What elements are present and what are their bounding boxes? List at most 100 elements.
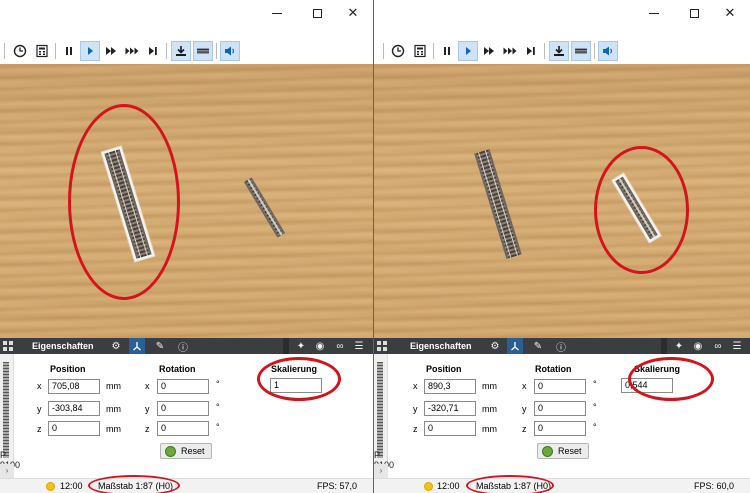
- calculator-icon: [36, 44, 48, 58]
- clock-button[interactable]: [10, 41, 30, 61]
- clock-button[interactable]: [388, 41, 408, 61]
- maximize-icon: [312, 9, 322, 19]
- skip-end-button[interactable]: [143, 41, 163, 61]
- rotation-x-input[interactable]: 0: [157, 379, 209, 394]
- status-bar: 12:00 Maßstab 1:87 (H0) FPS: 60,0: [374, 475, 750, 493]
- faster-forward-button[interactable]: [122, 41, 142, 61]
- minimize-button[interactable]: [642, 3, 666, 23]
- unit-degree: °: [216, 379, 220, 389]
- eye-icon[interactable]: ◉: [312, 338, 328, 354]
- import-icon: [554, 46, 564, 56]
- info-icon[interactable]: ⓘ: [553, 338, 569, 354]
- import-button[interactable]: [171, 41, 191, 61]
- settings-gear-icon[interactable]: ⚙: [487, 338, 503, 354]
- maximize-button[interactable]: [305, 3, 329, 23]
- grid-menu-icon[interactable]: [3, 341, 14, 352]
- maximize-button[interactable]: [682, 3, 706, 23]
- axis-label-y: y: [37, 404, 42, 414]
- reset-icon: [542, 446, 553, 457]
- toolbar-separator: [55, 43, 56, 59]
- reset-button[interactable]: Reset: [160, 443, 212, 459]
- pause-button[interactable]: [59, 41, 79, 61]
- scroll-arrow-icon[interactable]: ›: [374, 464, 388, 478]
- hamburger-menu-icon[interactable]: ☰: [729, 338, 745, 354]
- pin-icon[interactable]: ✦: [671, 338, 687, 354]
- unit-mm: mm: [482, 404, 497, 414]
- position-x-input[interactable]: 890,3: [424, 379, 476, 394]
- title-bar: ✕: [374, 0, 750, 30]
- position-z-input[interactable]: 0: [48, 421, 100, 436]
- pin-icon[interactable]: ✦: [293, 338, 309, 354]
- link-icon[interactable]: ∞: [710, 338, 726, 354]
- axis-label-z: z: [522, 424, 527, 434]
- paint-brush-icon[interactable]: ✎: [530, 338, 546, 354]
- play-button[interactable]: [80, 41, 100, 61]
- rotation-z-input[interactable]: 0: [534, 421, 586, 436]
- bar-divider: [283, 338, 289, 354]
- faster-forward-icon: [503, 47, 517, 55]
- 3d-viewport[interactable]: [0, 64, 373, 338]
- axis-label-z: z: [37, 424, 42, 434]
- import-button[interactable]: [549, 41, 569, 61]
- fast-forward-button[interactable]: [101, 41, 121, 61]
- bar-divider: [661, 338, 667, 354]
- fast-forward-button[interactable]: [479, 41, 499, 61]
- position-x-input[interactable]: 705,08: [48, 379, 100, 394]
- position-z-input[interactable]: 0: [424, 421, 476, 436]
- track-piece[interactable]: [474, 149, 522, 259]
- position-y-input[interactable]: -320,71: [424, 401, 476, 416]
- highlight-ellipse: [88, 475, 180, 493]
- transform-axes-icon[interactable]: [129, 338, 145, 354]
- rotation-x-input[interactable]: 0: [534, 379, 586, 394]
- position-header: Position: [50, 364, 86, 374]
- play-button[interactable]: [458, 41, 478, 61]
- play-icon: [88, 47, 93, 55]
- hamburger-menu-icon[interactable]: ☰: [351, 338, 367, 354]
- skip-end-button[interactable]: [521, 41, 541, 61]
- sun-icon: [46, 482, 55, 491]
- position-y-input[interactable]: -303,84: [48, 401, 100, 416]
- axis-label-x: x: [145, 381, 150, 391]
- rotation-y-input[interactable]: 0: [534, 401, 586, 416]
- toolbar-separator: [544, 43, 545, 59]
- settings-gear-icon[interactable]: ⚙: [108, 338, 124, 354]
- reset-button[interactable]: Reset: [537, 443, 589, 459]
- properties-panel: P 9100 › Position Rotation Skalierung x …: [374, 354, 750, 478]
- 3d-viewport[interactable]: [374, 64, 750, 338]
- minimize-icon: [272, 13, 282, 15]
- grid-button[interactable]: [193, 41, 213, 61]
- grid-button[interactable]: [571, 41, 591, 61]
- faster-forward-icon: [125, 47, 139, 55]
- track-thumbnail[interactable]: [3, 362, 9, 458]
- minimize-button[interactable]: [265, 3, 289, 23]
- rotation-z-input[interactable]: 0: [157, 421, 209, 436]
- panel-title: Eigenschaften: [410, 341, 472, 351]
- skip-end-icon: [527, 47, 535, 55]
- close-button[interactable]: ✕: [341, 3, 365, 23]
- title-bar: ✕: [0, 0, 373, 30]
- fast-forward-icon: [484, 47, 494, 55]
- axis-label-y: y: [522, 404, 527, 414]
- paint-brush-icon[interactable]: ✎: [152, 338, 168, 354]
- fps-display: FPS: 60,0: [693, 481, 734, 491]
- scroll-arrow-icon[interactable]: ›: [0, 464, 14, 478]
- sound-button[interactable]: [220, 41, 240, 61]
- grid-menu-icon[interactable]: [377, 341, 388, 352]
- transform-axes-icon[interactable]: [507, 338, 523, 354]
- info-icon[interactable]: ⓘ: [175, 338, 191, 354]
- right-window: ✕ Eigenschaften ⚙ ✎ ⓘ ✦ ◉ ∞ ☰ P › Positi…: [373, 0, 750, 493]
- track-piece[interactable]: [243, 177, 286, 238]
- calculator-button[interactable]: [410, 41, 430, 61]
- sound-button[interactable]: [598, 41, 618, 61]
- eye-icon[interactable]: ◉: [690, 338, 706, 354]
- faster-forward-button[interactable]: [500, 41, 520, 61]
- calculator-button[interactable]: [32, 41, 52, 61]
- highlight-ellipse: [628, 357, 714, 401]
- rotation-y-input[interactable]: 0: [157, 401, 209, 416]
- axis-label-z: z: [145, 424, 150, 434]
- close-button[interactable]: ✕: [718, 3, 742, 23]
- track-thumbnail[interactable]: [377, 362, 383, 458]
- highlight-ellipse: [257, 357, 341, 401]
- link-icon[interactable]: ∞: [332, 338, 348, 354]
- pause-button[interactable]: [437, 41, 457, 61]
